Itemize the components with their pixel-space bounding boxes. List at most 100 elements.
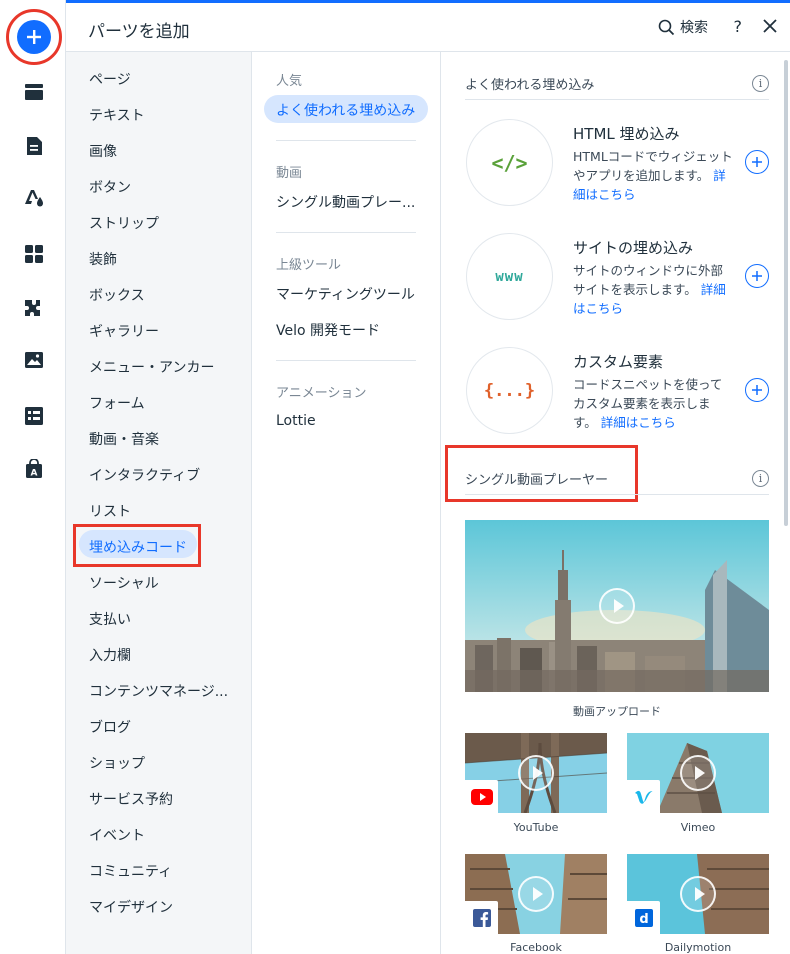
svg-text:A: A xyxy=(31,469,38,479)
svg-text:d: d xyxy=(639,912,648,927)
vimeo-badge xyxy=(627,780,660,813)
video-thumbnail-label: Vimeo xyxy=(680,821,716,834)
play-icon xyxy=(680,755,716,791)
video-thumbnail-label: YouTube xyxy=(513,821,559,834)
subcategory-item-lottie[interactable]: Lottie xyxy=(276,413,316,429)
search-label: 検索 xyxy=(680,20,708,36)
subcategory-item-velo[interactable]: Velo 開発モード xyxy=(276,320,380,340)
play-icon xyxy=(680,876,716,912)
category-item[interactable]: ギャラリー xyxy=(89,321,159,341)
youtube-icon xyxy=(470,788,493,805)
category-item[interactable]: ページ xyxy=(89,69,131,89)
site-embed-thumbnail[interactable]: www xyxy=(466,233,553,320)
category-item[interactable]: 装飾 xyxy=(89,249,117,269)
play-icon xyxy=(599,588,635,624)
subcategory-heading: 動画 xyxy=(276,166,303,181)
facebook-badge xyxy=(465,901,498,934)
category-item[interactable]: フォーム xyxy=(89,393,145,413)
category-item[interactable]: 動画・音楽 xyxy=(89,429,159,449)
media-button[interactable] xyxy=(18,344,50,376)
custom-element-thumbnail[interactable]: {...} xyxy=(466,347,553,434)
category-item[interactable]: ストリップ xyxy=(89,213,159,233)
search-icon xyxy=(658,19,675,35)
category-item[interactable]: マイデザイン xyxy=(89,897,173,917)
panel-title: パーツを追加 xyxy=(88,22,190,42)
info-icon[interactable]: i xyxy=(752,75,769,92)
category-item[interactable]: ブログ xyxy=(89,717,131,737)
category-item-embed-code[interactable]: 埋め込みコード xyxy=(89,537,187,557)
category-item[interactable]: ショップ xyxy=(89,753,145,773)
code-icon: </> xyxy=(491,150,528,175)
category-item[interactable]: ボタン xyxy=(89,177,131,197)
subcategory-list: 人気 よく使われる埋め込み 動画 シングル動画プレー... 上級ツール マーケテ… xyxy=(252,52,441,954)
dailymotion-badge: d xyxy=(627,901,660,934)
add-html-embed-button[interactable] xyxy=(745,150,769,174)
divider xyxy=(465,99,769,100)
video-thumbnail-label: Facebook xyxy=(510,941,562,954)
help-button[interactable]: ? xyxy=(734,17,743,36)
add-site-embed-button[interactable] xyxy=(745,264,769,288)
left-tool-rail: A xyxy=(0,0,66,954)
dailymotion-icon: d xyxy=(634,908,653,927)
category-item[interactable]: ソーシャル xyxy=(89,573,159,593)
cms-button[interactable] xyxy=(18,400,50,432)
subcategory-item-marketing-tools[interactable]: マーケティングツール xyxy=(276,284,415,304)
category-item[interactable]: リスト xyxy=(89,501,131,521)
subcategory-item-single-video[interactable]: シングル動画プレー... xyxy=(276,192,415,212)
content-scrollbar[interactable] xyxy=(784,60,788,526)
apps-button[interactable] xyxy=(18,238,50,270)
vimeo-video-thumbnail[interactable] xyxy=(627,733,769,813)
table-icon xyxy=(25,407,43,425)
subcategory-item-popular-embeds[interactable]: よく使われる埋め込み xyxy=(276,100,415,120)
youtube-video-thumbnail[interactable] xyxy=(465,733,607,813)
divider xyxy=(276,232,416,233)
category-item[interactable]: 画像 xyxy=(89,141,117,161)
section-title: よく使われる埋め込み xyxy=(465,78,595,93)
category-item[interactable]: ボックス xyxy=(89,285,145,305)
category-item[interactable]: メニュー・アンカー xyxy=(89,357,214,377)
info-icon[interactable]: i xyxy=(752,470,769,487)
category-item[interactable]: 支払い xyxy=(89,609,131,629)
facebook-video-thumbnail[interactable] xyxy=(465,854,607,934)
category-list: ページ テキスト 画像 ボタン ストリップ 装飾 ボックス ギャラリー メニュー… xyxy=(66,52,252,954)
pages-icon xyxy=(27,137,42,155)
pages-button[interactable] xyxy=(18,130,50,162)
divider xyxy=(465,494,769,495)
bag-icon: A xyxy=(26,459,42,479)
plus-icon xyxy=(27,30,41,44)
portfolio-button[interactable]: A xyxy=(18,453,50,485)
puzzle-icon xyxy=(25,300,40,316)
video-thumbnail-label: Dailymotion xyxy=(664,941,732,954)
subcategory-heading: アニメーション xyxy=(276,386,367,401)
add-custom-element-button[interactable] xyxy=(745,378,769,402)
divider xyxy=(276,360,416,361)
html-embed-thumbnail[interactable]: </> xyxy=(466,119,553,206)
category-item[interactable]: イベント xyxy=(89,825,145,845)
business-button[interactable] xyxy=(18,292,50,324)
elements-content: よく使われる埋め込み i </> HTML 埋め込み HTMLコードでウィジェッ… xyxy=(441,52,790,954)
category-item[interactable]: 入力欄 xyxy=(89,645,131,665)
category-item[interactable]: テキスト xyxy=(89,105,145,125)
vimeo-icon xyxy=(634,790,653,804)
category-item[interactable]: サービス予約 xyxy=(89,789,173,809)
embed-description: サイトのウィンドウに外部サイトを表示します。 詳細はこちら xyxy=(573,261,733,318)
category-item[interactable]: インタラクティブ xyxy=(89,465,200,485)
design-button[interactable] xyxy=(18,182,50,214)
plus-icon xyxy=(752,157,762,167)
category-item[interactable]: コミュニティ xyxy=(89,861,172,881)
design-icon xyxy=(25,190,43,207)
add-elements-button[interactable] xyxy=(17,20,51,54)
www-icon: www xyxy=(495,268,524,285)
learn-more-link[interactable]: 詳細はこちら xyxy=(601,415,676,430)
close-icon xyxy=(763,19,777,33)
dailymotion-video-thumbnail[interactable]: d xyxy=(627,854,769,934)
category-item[interactable]: コンテンツマネージ... xyxy=(89,681,228,701)
plus-icon xyxy=(752,385,762,395)
subcategory-heading: 上級ツール xyxy=(276,258,342,273)
sections-button[interactable] xyxy=(18,76,50,108)
search-button[interactable]: 検索 xyxy=(658,17,708,37)
close-button[interactable] xyxy=(763,19,777,37)
apps-icon xyxy=(25,245,43,263)
play-icon xyxy=(518,876,554,912)
video-upload-thumbnail[interactable] xyxy=(465,520,769,692)
